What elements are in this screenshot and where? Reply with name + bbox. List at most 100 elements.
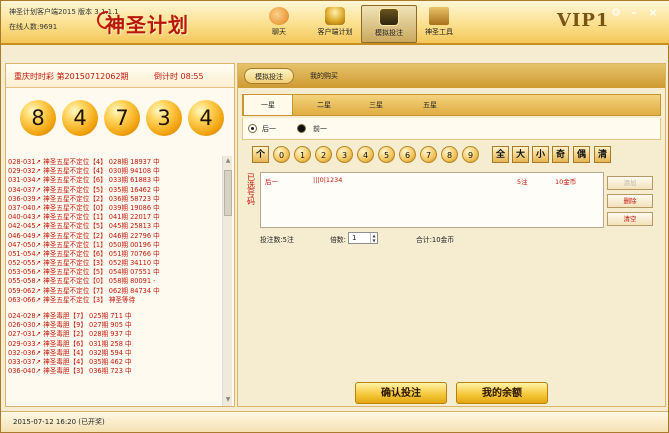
history-row: 059-062↗ 神圣五星不定位【7】 062期 84734 中 [8,286,160,295]
number-button[interactable]: 2 [315,146,332,163]
right-panel: 模拟投注 我的购买 一星 二星 三星 五星 后一 前一 个0123456789全… [237,63,666,407]
history-row: 031-034↗ 神圣五星不定位【6】 033期 61883 中 [8,176,160,185]
nav-tools[interactable]: 神圣工具 [411,5,467,43]
vip-badge: VIP1 [557,10,610,31]
multiplier-label: 倍数: [330,236,346,244]
my-balance-button[interactable]: 我的余额 [456,382,548,404]
countdown-timer: 倒计时 08:55 [154,72,204,81]
clear-button[interactable]: 清空 [607,212,653,226]
nav-tools-label: 神圣工具 [425,28,453,36]
bet-count-total: 投注数:5注 [260,236,294,244]
bet-count: 5注 [517,178,528,186]
simulate-bet-icon [379,8,399,26]
close-button[interactable]: × [647,7,659,19]
chat-icon [269,7,289,25]
plan-icon [325,7,345,25]
radio-front[interactable] [297,124,306,133]
tab-simulate-bet[interactable]: 模拟投注 [244,68,294,84]
history-scrollbar[interactable]: ▲ ▼ [222,156,232,406]
online-count: 在线人数:9691 [9,23,58,31]
bet-summary: 投注数:5注 倍数: 1 ▲ ▼ 合计:10金币 [260,232,604,248]
multiplier-value: 1 [352,234,357,242]
bet-numbers: |||0|1234 [313,176,343,184]
history-row: 033-037↗ 神圣毒胆【4】 035期 462 中 [8,357,132,366]
history-row: 046-049↗ 神圣五星不定位【2】 046期 22796 中 [8,231,160,240]
lottery-period: 重庆时时彩 第20150712062期 [14,72,129,81]
add-button[interactable]: 添加 [607,176,653,190]
radio-back-label: 后一 [262,125,276,133]
filter-button[interactable]: 全 [492,146,509,163]
history-row: 029-032↗ 神圣五星不定位【4】 030期 94108 中 [8,167,160,176]
filter-button[interactable]: 偶 [573,146,590,163]
history-group-poison-gall: 024-028↗ 神圣毒胆【7】 025期 711 中 026-030↗ 神圣毒胆… [8,312,222,376]
history-row: 027-031↗ 神圣毒胆【2】 028期 937 中 [8,330,132,339]
nav-chat-label: 聊天 [272,28,286,36]
history-row: 037-040↗ 神圣五星不定位【0】 039期 19086 中 [8,203,160,212]
multiplier-stepper[interactable]: 1 ▲ ▼ [348,232,378,244]
settings-gear-icon[interactable]: ⚙ [610,7,622,19]
plan-history-list[interactable]: 028-031↗ 神圣五星不定位【4】 028期 18937 中 029-032↗… [8,156,222,406]
draw-ball: 4 [62,100,98,136]
confirm-bet-button[interactable]: 确认投注 [355,382,447,404]
filter-button[interactable]: 奇 [552,146,569,163]
selected-numbers-label: 已选号码 [247,173,255,206]
tab-three-star[interactable]: 三星 [351,95,401,115]
tab-five-star[interactable]: 五星 [405,95,455,115]
history-row: 042-045↗ 神圣五星不定位【5】 045期 25813 中 [8,222,160,231]
scroll-down-icon[interactable]: ▼ [224,396,232,405]
bet-total: 合计:10金币 [416,236,455,244]
number-picker: 个0123456789全大小奇偶清 [252,146,662,164]
draw-ball: 8 [20,100,56,136]
nav-chat[interactable]: 聊天 [251,5,307,43]
left-panel: 重庆时时彩 第20150712062期 倒计时 08:55 8 4 7 3 4 … [5,63,235,407]
history-row: 052-055↗ 神圣五星不定位【3】 052期 34110 中 [8,259,160,268]
delete-button[interactable]: 删除 [607,194,653,208]
app-window: 神圣计划客户端2015 版本 3.1.1.1 在线人数:9691 神圣计划 聊天… [0,0,669,433]
star-tab-bar: 一星 二星 三星 五星 [242,94,661,116]
history-row: 047-050↗ 神圣五星不定位【1】 050期 00196 中 [8,240,160,249]
app-logo: 神圣计划 [105,13,189,37]
nav-simulate-bet[interactable]: 模拟投注 [361,5,417,43]
digit-position-button[interactable]: 个 [252,146,269,163]
bet-list[interactable]: 后一 |||0|1234 5注 10金币 [260,172,604,228]
bet-amount: 10金币 [555,178,577,186]
number-button[interactable]: 5 [378,146,395,163]
filter-button[interactable]: 大 [512,146,529,163]
draw-ball: 4 [188,100,224,136]
history-row: 029-033↗ 神圣毒胆【6】 031期 258 中 [8,339,132,348]
number-button[interactable]: 6 [399,146,416,163]
number-button[interactable]: 9 [462,146,479,163]
number-button[interactable]: 4 [357,146,374,163]
history-row: 063-066↗ 神圣五星不定位【3】 神圣等待 [8,295,136,304]
history-row: 024-028↗ 神圣毒胆【7】 025期 711 中 [8,312,132,320]
history-row: 028-031↗ 神圣五星不定位【4】 028期 18937 中 [8,158,160,166]
history-row: 055-058↗ 神圣五星不定位【0】 058期 80091 - [8,277,156,286]
number-button[interactable]: 7 [420,146,437,163]
filter-button[interactable]: 清 [594,146,611,163]
filter-button[interactable]: 小 [532,146,549,163]
draw-result: 8 4 7 3 4 [10,94,230,150]
tab-one-star[interactable]: 一星 [243,95,293,115]
radio-front-label: 前一 [313,125,327,133]
tools-icon [429,7,449,25]
number-button[interactable]: 3 [336,146,353,163]
history-row: 040-043↗ 神圣五星不定位【1】 041期 22017 中 [8,213,160,222]
right-tab-bar: 模拟投注 我的购买 [238,64,665,88]
number-button[interactable]: 8 [441,146,458,163]
history-row: 026-030↗ 神圣毒胆【9】 027期 905 中 [8,321,132,330]
scroll-up-icon[interactable]: ▲ [224,157,232,166]
history-row: 036-039↗ 神圣五星不定位【2】 036期 58723 中 [8,194,160,203]
tab-two-star[interactable]: 二星 [299,95,349,115]
minimize-button[interactable]: – [628,7,640,19]
number-button[interactable]: 0 [273,146,290,163]
radio-back[interactable] [248,124,257,133]
tab-my-purchases[interactable]: 我的购买 [300,68,348,84]
draw-ball: 7 [104,100,140,136]
scroll-thumb[interactable] [224,170,232,216]
nav-client-plan[interactable]: 客户端计划 [307,5,363,43]
history-row: 034-037↗ 神圣五星不定位【5】 035期 16462 中 [8,185,160,194]
spin-arrows-icon[interactable]: ▲ ▼ [370,233,377,243]
number-button[interactable]: 1 [294,146,311,163]
history-group-five-star: 028-031↗ 神圣五星不定位【4】 028期 18937 中 029-032↗… [8,158,222,305]
nav-client-plan-label: 客户端计划 [317,28,353,36]
